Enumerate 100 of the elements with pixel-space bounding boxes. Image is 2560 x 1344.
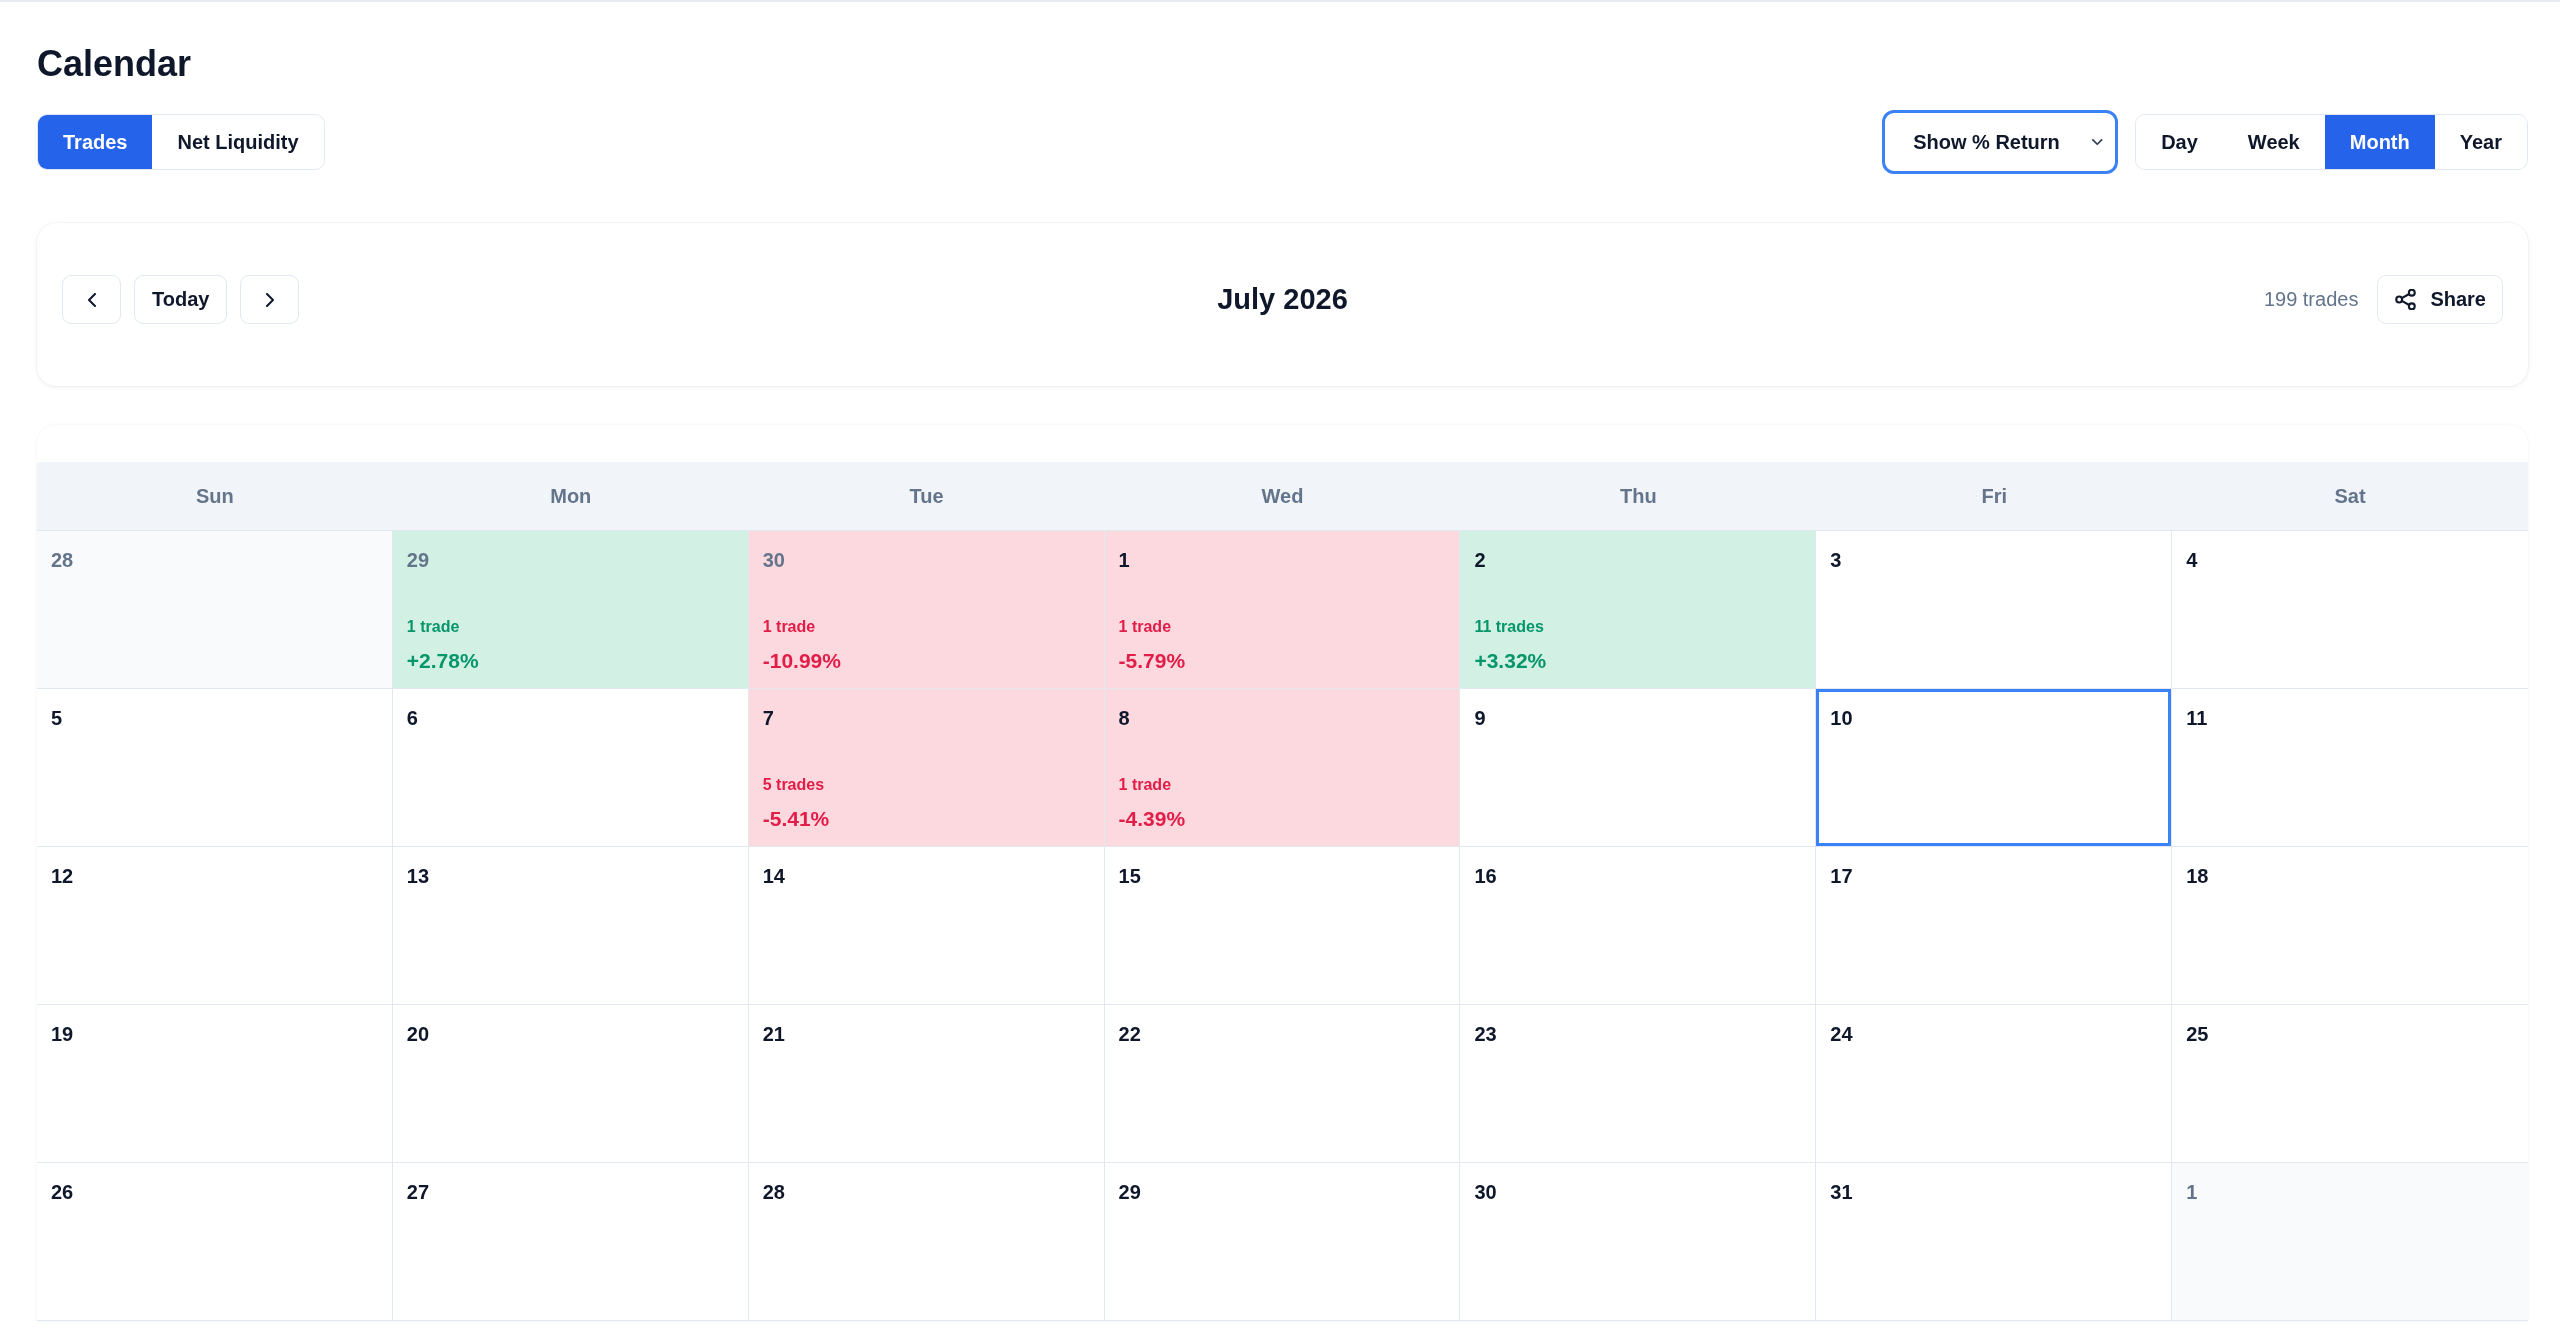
day-number: 4 [2186,548,2198,573]
day-number: 3 [1830,548,1842,573]
day-number: 1 [2186,1180,2198,1205]
day-cell[interactable]: 28 [748,1163,1105,1321]
share-icon [2395,289,2417,310]
day-number: 1 [1118,548,1130,573]
day-number: 8 [1118,706,1130,731]
day-cell[interactable]: 23 [1460,1005,1817,1163]
day-number: 10 [1830,706,1853,731]
month-title: July 2026 [1217,283,1348,316]
day-cell[interactable]: 7 5 trades -5.41% [748,689,1105,847]
day-number: 19 [51,1022,74,1047]
trade-count: 1 trade [1118,775,1172,795]
day-cell[interactable]: 25 [2172,1005,2528,1163]
day-cell[interactable]: 19 [37,1005,393,1163]
trade-count: 1 trade [1118,617,1172,637]
day-cell[interactable]: 30 [1460,1163,1817,1321]
day-cell[interactable]: 30 1 trade -10.99% [748,531,1105,689]
return-percent: -10.99% [762,648,841,674]
day-cell[interactable]: 10 [1816,689,2173,847]
trade-count: 11 trades [1474,617,1544,637]
day-cell[interactable]: 15 [1104,847,1461,1005]
chevron-left-icon [87,292,96,307]
day-cell[interactable]: 1 [2172,1163,2528,1321]
day-number: 28 [762,1180,785,1205]
page-title: Calendar [37,42,192,86]
day-cell[interactable]: 29 [1104,1163,1461,1321]
return-percent: -4.39% [1118,806,1186,832]
share-button[interactable]: Share [2377,275,2503,324]
day-cell[interactable]: 21 [748,1005,1105,1163]
day-cell[interactable]: 29 1 trade +2.78% [392,531,749,689]
day-number: 30 [1474,1180,1497,1205]
trade-count: 1 trade [762,617,816,637]
return-percent: +3.32% [1474,648,1547,674]
day-number: 12 [51,864,74,889]
weekday-label: Mon [550,484,592,508]
day-number: 27 [406,1180,430,1205]
previous-month-button[interactable] [62,275,121,324]
day-cell[interactable]: 9 [1460,689,1817,847]
weekday-label: Sat [2334,484,2366,508]
day-number: 6 [406,706,418,731]
day-cell[interactable]: 3 [1816,531,2173,689]
today-button[interactable]: Today [134,275,228,324]
day-cell[interactable]: 16 [1460,847,1817,1005]
day-number: 29 [406,548,430,573]
tab[interactable]: Month [2324,115,2435,169]
day-cell[interactable]: 2 11 trades +3.32% [1460,531,1817,689]
day-cell[interactable]: 31 [1816,1163,2173,1321]
day-number: 17 [1830,864,1853,889]
day-number: 25 [2186,1022,2209,1047]
day-cell[interactable]: 22 [1104,1005,1461,1163]
day-number: 2 [1474,548,1486,573]
day-cell[interactable]: 27 [392,1163,749,1321]
day-number: 22 [1118,1022,1141,1047]
weekday-label: Fri [1981,484,2007,508]
day-cell[interactable]: 8 1 trade -4.39% [1104,689,1461,847]
day-number: 21 [762,1022,785,1047]
return-dropdown[interactable]: Show % Return [1882,110,2119,174]
chevron-right-icon [265,292,274,307]
return-percent: -5.79% [1118,648,1186,674]
day-number: 30 [762,548,785,573]
weekday-label: Sun [196,484,234,508]
day-cell[interactable]: 12 [37,847,393,1005]
weekday-label: Thu [1620,484,1657,508]
weekday-label: Tue [909,484,944,508]
day-number: 26 [51,1180,74,1205]
day-cell[interactable]: 4 [2172,531,2528,689]
day-cell[interactable]: 14 [748,847,1105,1005]
weekday-label: Wed [1261,484,1304,508]
day-number: 9 [1474,706,1486,731]
day-number: 23 [1474,1022,1497,1047]
day-number: 28 [51,548,74,573]
day-number: 24 [1830,1022,1853,1047]
day-cell[interactable]: 11 [2172,689,2528,847]
day-number: 5 [51,706,63,731]
trade-count: 1 trade [406,617,460,637]
trade-count: 5 trades [762,775,825,795]
day-number: 18 [2186,864,2209,889]
day-cell[interactable]: 28 [37,531,393,689]
return-percent: -5.41% [762,806,830,832]
day-cell[interactable]: 17 [1816,847,2173,1005]
day-cell[interactable]: 13 [392,847,749,1005]
day-number: 14 [762,864,785,889]
day-number: 11 [2186,706,2208,731]
day-number: 15 [1118,864,1141,889]
day-cell[interactable]: 5 [37,689,393,847]
day-number: 7 [762,706,774,731]
day-number: 31 [1830,1180,1853,1205]
trade-total: 199 trades [2263,288,2359,311]
day-cell[interactable]: 20 [392,1005,749,1163]
day-number: 13 [406,864,430,889]
day-cell[interactable]: 24 [1816,1005,2173,1163]
day-cell[interactable]: 1 1 trade -5.79% [1104,531,1461,689]
next-month-button[interactable] [240,275,300,324]
day-cell[interactable]: 26 [37,1163,393,1321]
day-cell[interactable]: 18 [2172,847,2528,1005]
day-cell[interactable]: 6 [392,689,749,847]
day-number: 16 [1474,864,1497,889]
day-number: 20 [406,1022,430,1047]
tab[interactable]: Trades [38,115,153,169]
